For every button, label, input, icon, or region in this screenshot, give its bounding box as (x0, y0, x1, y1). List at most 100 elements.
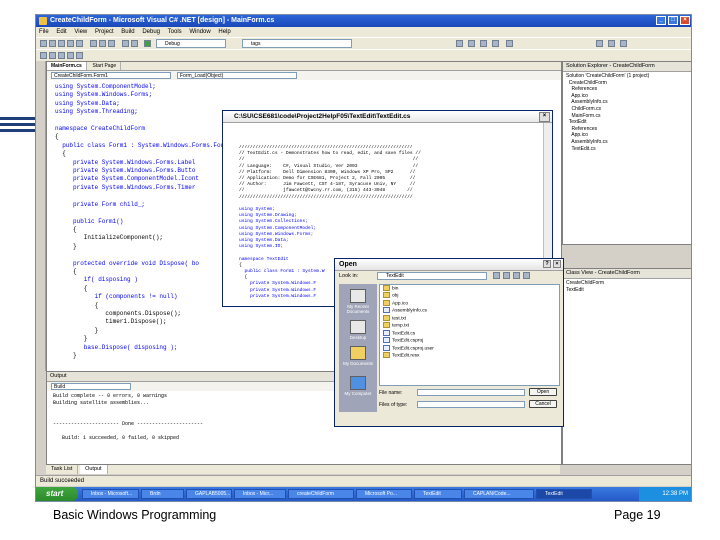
indent-icon[interactable] (40, 52, 47, 59)
comment-icon[interactable] (58, 52, 65, 59)
menu-file[interactable]: File (36, 27, 52, 37)
tree-item[interactable]: AssemblyInfo.cs (566, 139, 688, 146)
file-item[interactable]: obj (380, 292, 559, 299)
tree-item[interactable]: TextEdit (566, 119, 688, 126)
tree-item[interactable]: TextEdit (566, 287, 688, 294)
views-icon[interactable] (523, 272, 530, 279)
open-icon[interactable] (58, 40, 65, 47)
output-source-combo[interactable]: Build (51, 383, 131, 390)
tab-output[interactable]: Output (80, 465, 108, 474)
file-type-select[interactable] (417, 401, 525, 408)
undo-icon[interactable] (122, 40, 129, 47)
maximize-icon[interactable]: □ (668, 16, 678, 25)
tab-start-page[interactable]: Start Page (89, 62, 122, 70)
cut-icon[interactable] (90, 40, 97, 47)
file-item[interactable]: TextEdit.csproj (380, 337, 559, 344)
file-icon (383, 344, 390, 351)
layout-icon[interactable] (596, 40, 603, 47)
tree-item[interactable]: App.ico (566, 93, 688, 100)
save-all-icon[interactable] (76, 40, 83, 47)
taskbar-button[interactable]: Brdn (141, 489, 184, 499)
tab-task-list[interactable]: Task List (46, 465, 79, 474)
toolbox-strip[interactable] (36, 61, 46, 371)
menu-build[interactable]: Build (118, 27, 137, 37)
place-desktop[interactable]: Desktop (339, 320, 377, 340)
taskbar-button[interactable]: CAPLAN/Code... (464, 489, 534, 499)
menu-tools[interactable]: Tools (165, 27, 185, 37)
tree-item[interactable]: ChildForm.cs (566, 106, 688, 113)
bookmark-icon[interactable] (76, 52, 83, 59)
solution-config-combo[interactable]: Debug (156, 39, 226, 48)
taskbar-button[interactable]: Inbox - Micr... (234, 489, 286, 499)
file-item[interactable]: bin (380, 285, 559, 292)
up-folder-icon[interactable] (503, 272, 510, 279)
open-button[interactable]: Open (529, 388, 557, 396)
back-icon[interactable] (493, 272, 500, 279)
start-button[interactable]: start (36, 487, 78, 501)
file-item[interactable]: TextEdit.csproj.user (380, 344, 559, 352)
menu-edit[interactable]: Edit (53, 27, 69, 37)
new-project-icon[interactable] (40, 40, 47, 47)
format-icon[interactable] (620, 40, 627, 47)
taskbar-button[interactable]: TextEdit (536, 489, 592, 499)
solution-tree[interactable]: Solution 'CreateChildForm' (1 project) C… (563, 72, 691, 153)
paste-icon[interactable] (108, 40, 115, 47)
tree-item[interactable]: Solution 'CreateChildForm' (1 project) (566, 73, 688, 80)
tree-item[interactable]: AssemblyInfo.cs (566, 99, 688, 106)
taskbar-button[interactable]: createChildForm (288, 489, 354, 499)
tree-item[interactable]: TextEdit.cs (566, 146, 688, 153)
solution-explorer-icon[interactable] (468, 40, 475, 47)
menu-window[interactable]: Window (186, 27, 213, 37)
tree-item[interactable]: References (566, 86, 688, 93)
uncomment-icon[interactable] (67, 52, 74, 59)
file-item[interactable]: temp.txt (380, 322, 559, 329)
class-view-icon[interactable] (506, 40, 513, 47)
cancel-button[interactable]: Cancel (529, 400, 557, 408)
file-item[interactable]: TextEdit.resx (380, 352, 559, 359)
close-icon[interactable]: × (553, 260, 561, 268)
copy-icon[interactable] (99, 40, 106, 47)
place-my-computer[interactable]: My Computer (339, 376, 377, 396)
member-dropdown[interactable]: Form_Load(Object) (177, 72, 297, 79)
file-icon (383, 307, 390, 314)
file-name-input[interactable] (417, 389, 525, 396)
place-my-documents[interactable]: My Documents (339, 346, 377, 366)
file-item[interactable]: AssemblyInfo.cs (380, 307, 559, 314)
taskbar-button[interactable]: GAPLAB5005... (186, 489, 232, 499)
tree-item[interactable]: CreateChildForm (566, 280, 688, 287)
class-tree[interactable]: CreateChildForm TextEdit (563, 279, 691, 294)
outdent-icon[interactable] (49, 52, 56, 59)
place-recent[interactable]: My Recent Documents (339, 289, 377, 314)
save-icon[interactable] (67, 40, 74, 47)
tree-item[interactable]: MainForm.cs (566, 113, 688, 120)
properties-icon[interactable] (480, 40, 487, 47)
taskbar-button[interactable]: Microsoft Po... (356, 489, 412, 499)
minimize-icon[interactable]: _ (656, 16, 666, 25)
tree-item[interactable]: References (566, 126, 688, 133)
taskbar-button[interactable]: Inbox - Microsoft... (82, 489, 139, 499)
close-icon[interactable]: × (539, 112, 550, 122)
find-combo[interactable]: tags (242, 39, 352, 48)
file-item[interactable]: test.txt (380, 314, 559, 322)
menu-debug[interactable]: Debug (139, 27, 163, 37)
class-dropdown[interactable]: CreateChildForm.Form1 (51, 72, 171, 79)
redo-icon[interactable] (131, 40, 138, 47)
file-item[interactable]: App.ico (380, 299, 559, 307)
close-icon[interactable]: × (680, 16, 690, 25)
toolbox-icon[interactable] (492, 40, 499, 47)
taskbar-button[interactable]: TextEdit (414, 489, 462, 499)
find-in-files-icon[interactable] (456, 40, 463, 47)
start-debug-icon[interactable] (144, 40, 151, 47)
tab-mainform[interactable]: MainForm.cs (47, 62, 87, 70)
menu-help[interactable]: Help (215, 27, 233, 37)
help-icon[interactable]: ? (543, 260, 551, 268)
look-in-combo[interactable]: TextEdit (377, 272, 487, 280)
file-item[interactable]: TextEdit.cs (380, 329, 559, 337)
menu-view[interactable]: View (71, 27, 90, 37)
tree-item[interactable]: App.ico (566, 132, 688, 139)
align-icon[interactable] (608, 40, 615, 47)
tree-item[interactable]: CreateChildForm (566, 80, 688, 87)
new-folder-icon[interactable] (513, 272, 520, 279)
menu-project[interactable]: Project (92, 27, 117, 37)
add-item-icon[interactable] (49, 40, 56, 47)
